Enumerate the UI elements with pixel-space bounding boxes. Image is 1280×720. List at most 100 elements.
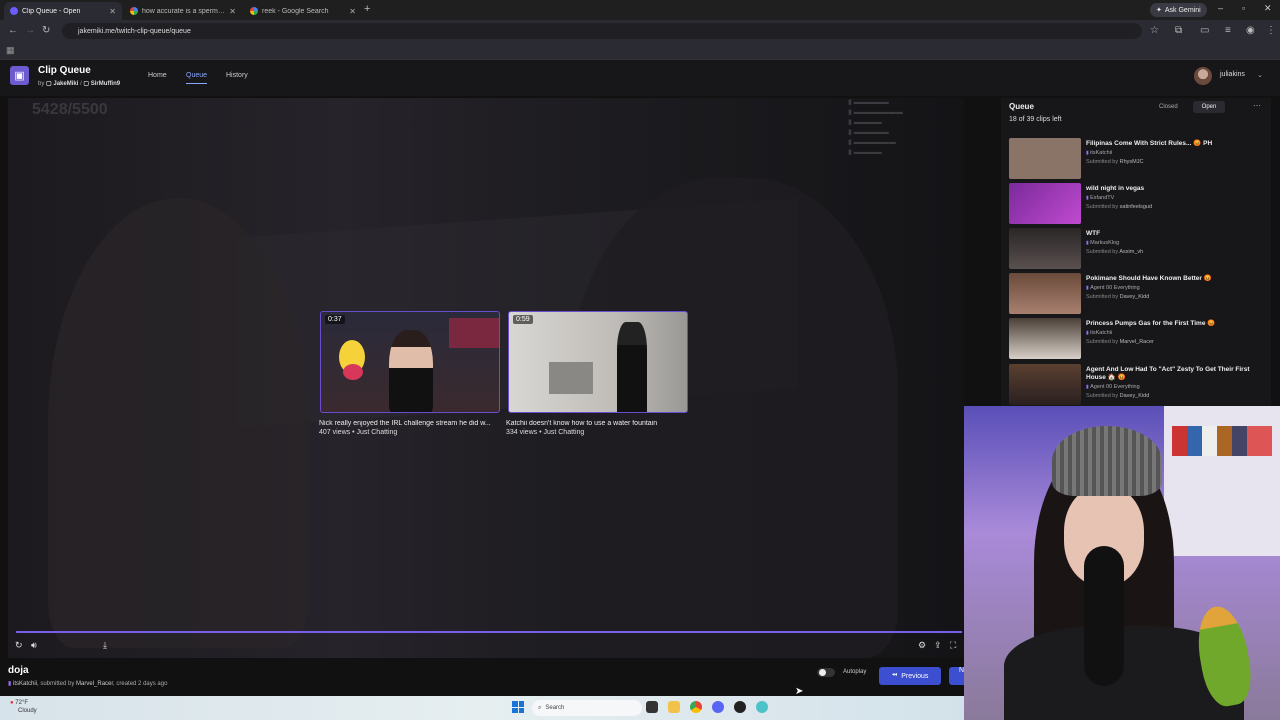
profile-icon[interactable]: ◉ bbox=[1246, 25, 1255, 36]
forward-arrow-icon[interactable]: → bbox=[25, 25, 35, 36]
clip-queue-logo-icon[interactable]: ▣ bbox=[10, 66, 29, 85]
twitch-icon: ▮ bbox=[8, 681, 12, 687]
bookmark-star-icon[interactable]: ☆ bbox=[1150, 25, 1159, 36]
author-link[interactable]: SirMuffin9 bbox=[91, 81, 120, 87]
gemini-label: Ask Gemini bbox=[1164, 6, 1201, 14]
queue-item-submitter: Submitted by satinfeelsgud bbox=[1086, 204, 1153, 210]
queue-item-submitter: Submitted by Marvel_Racer bbox=[1086, 339, 1154, 345]
webcam-person bbox=[1052, 426, 1162, 496]
clip-submitter: Marvel_Racer bbox=[76, 681, 114, 687]
avatar[interactable] bbox=[1194, 67, 1212, 85]
close-icon[interactable]: ✕ bbox=[229, 7, 236, 16]
chrome-icon[interactable] bbox=[690, 701, 702, 713]
thumbnail-image bbox=[449, 318, 499, 348]
suggested-clip-meta: 407 views • Just Chatting bbox=[319, 429, 398, 436]
webcam-overlay bbox=[964, 406, 1280, 720]
queue-item-submitter: Submitted by Assim_vh bbox=[1086, 249, 1144, 255]
queue-item[interactable]: Filipinas Come With Strict Rules... 😡 PH… bbox=[1009, 138, 1271, 182]
close-icon[interactable]: ✕ bbox=[109, 7, 116, 16]
queue-closed-toggle[interactable]: Closed bbox=[1159, 104, 1178, 110]
extensions-icon[interactable]: ⧉ bbox=[1175, 25, 1182, 36]
queue-item[interactable]: Princess Pumps Gas for the First Time 😡 … bbox=[1009, 318, 1271, 362]
app-favicon-icon bbox=[10, 7, 18, 15]
discord-icon[interactable] bbox=[712, 701, 724, 713]
weather-widget[interactable]: ● 72°F Cloudy bbox=[10, 699, 37, 715]
previous-button[interactable]: ⏪︎ Previous bbox=[879, 667, 941, 685]
maximize-icon[interactable]: ▫ bbox=[1242, 3, 1245, 13]
queue-item-title: Pokimane Should Have Known Better 😡 bbox=[1086, 275, 1212, 282]
file-explorer-icon[interactable] bbox=[668, 701, 680, 713]
queue-panel: Queue Closed Open ⋯ 18 of 39 clips left … bbox=[1001, 98, 1271, 406]
settings-gear-icon[interactable]: ⚙ bbox=[918, 640, 926, 651]
window-close-icon[interactable]: ✕ bbox=[1264, 3, 1272, 14]
reload-icon[interactable]: ↻ bbox=[42, 25, 50, 36]
clip-duration: 0:59 bbox=[513, 315, 533, 324]
minimize-icon[interactable]: – bbox=[1218, 3, 1223, 13]
taskbar-search-label: Search bbox=[545, 705, 565, 711]
menu-dots-icon[interactable]: ⋮ bbox=[1266, 25, 1276, 36]
username[interactable]: juliakins bbox=[1220, 71, 1245, 78]
fullscreen-icon[interactable]: ⛶ bbox=[950, 640, 956, 651]
video-progress-bar[interactable] bbox=[16, 631, 962, 633]
app-byline: by ▢ JakeMiki / ▢ SirMuffin9 bbox=[38, 81, 121, 87]
suggested-clip-thumbnail[interactable]: 0:37 bbox=[320, 311, 500, 413]
queue-item[interactable]: Agent And Low Had To "Act" Zesty To Get … bbox=[1009, 364, 1271, 406]
queue-item-title: Princess Pumps Gas for the First Time 😡 bbox=[1086, 320, 1216, 327]
bookmarks-bar: ▦ bbox=[0, 42, 1280, 60]
queue-item-title: WTF bbox=[1086, 230, 1101, 237]
more-dots-icon[interactable]: ⋯ bbox=[1253, 101, 1261, 110]
nav-history[interactable]: History bbox=[226, 72, 248, 79]
suggested-clip-title[interactable]: Katchii doesn't know how to use a water … bbox=[506, 420, 691, 427]
tab-title: how accurate is a sperm fertili... bbox=[142, 7, 226, 15]
chevron-down-icon[interactable]: ⌄ bbox=[1257, 71, 1263, 79]
clip-created: , created 2 days ago bbox=[113, 681, 168, 687]
browser-tab-bar: Clip Queue - Open ✕ how accurate is a sp… bbox=[0, 0, 1280, 20]
queue-item-thumbnail bbox=[1009, 273, 1081, 314]
download-icon[interactable]: ⤓ bbox=[103, 640, 107, 651]
obs-icon[interactable] bbox=[734, 701, 746, 713]
queue-item[interactable]: Pokimane Should Have Known Better 😡 Agen… bbox=[1009, 273, 1271, 317]
queue-open-toggle[interactable]: Open bbox=[1193, 101, 1225, 113]
mouse-cursor-icon: ➤ bbox=[795, 686, 804, 697]
task-view-icon[interactable] bbox=[646, 701, 658, 713]
queue-item[interactable]: wild night in vegas EsfandTV Submitted b… bbox=[1009, 183, 1271, 227]
suggested-clip-title[interactable]: Nick really enjoyed the IRL challenge st… bbox=[319, 420, 504, 427]
clip-meta: ▮ itsKatchii, submitted by Marvel_Racer,… bbox=[8, 680, 167, 687]
by-label: by bbox=[38, 81, 45, 87]
author-link[interactable]: JakeMiki bbox=[53, 81, 78, 87]
video-player[interactable]: 5428/5500 ▮ ▬▬▬▬▬ ▮ ▬▬▬▬▬▬▬ ▮ ▬▬▬▬ ▮ ▬▬▬▬▬ ▮… bbox=[8, 98, 964, 658]
queue-item[interactable]: WTF MarkusKlog Submitted by Assim_vh bbox=[1009, 228, 1271, 272]
back-arrow-icon[interactable]: ← bbox=[8, 25, 18, 36]
nav-home[interactable]: Home bbox=[148, 72, 167, 79]
video-background bbox=[48, 198, 308, 648]
ask-gemini-button[interactable]: ✦ Ask Gemini bbox=[1150, 3, 1207, 17]
replay-icon[interactable]: ↻ bbox=[15, 640, 23, 651]
windows-start-icon[interactable] bbox=[512, 701, 524, 713]
apps-grid-icon[interactable]: ▦ bbox=[6, 45, 15, 56]
sidebar-icon[interactable]: ▭ bbox=[1200, 25, 1209, 36]
url-field[interactable]: jakemiki.me/twitch-clip-queue/queue bbox=[62, 23, 1142, 39]
queue-item-thumbnail bbox=[1009, 318, 1081, 359]
clip-channel-link[interactable]: itsKatchii bbox=[13, 681, 37, 687]
share-icon[interactable]: ⇪ bbox=[934, 640, 942, 651]
thumbnail-image bbox=[617, 322, 647, 412]
app-icon[interactable] bbox=[756, 701, 768, 713]
suggested-clip-thumbnail[interactable]: 0:59 bbox=[508, 311, 688, 413]
taskbar-search[interactable]: ⌕ Search bbox=[532, 700, 642, 716]
tab-search-2[interactable]: reek - Google Search ✕ bbox=[244, 2, 362, 20]
media-icon[interactable]: ≡ bbox=[1225, 25, 1231, 36]
queue-item-channel: itsKatchii bbox=[1086, 150, 1112, 156]
thumbnail-image bbox=[389, 330, 433, 412]
queue-item-title: Agent And Low Had To "Act" Zesty To Get … bbox=[1086, 366, 1250, 381]
weather-temp: 72°F bbox=[15, 700, 29, 706]
volume-icon[interactable]: 🔊︎ bbox=[31, 640, 37, 651]
tab-search-1[interactable]: how accurate is a sperm fertili... ✕ bbox=[124, 2, 242, 20]
tab-title: Clip Queue - Open bbox=[22, 7, 81, 15]
nav-queue[interactable]: Queue bbox=[186, 72, 208, 84]
tab-clip-queue[interactable]: Clip Queue - Open ✕ bbox=[4, 2, 122, 20]
next-button[interactable]: N bbox=[949, 667, 965, 685]
autoplay-toggle[interactable] bbox=[817, 668, 835, 677]
close-icon[interactable]: ✕ bbox=[349, 7, 356, 16]
new-tab-plus-icon[interactable]: + bbox=[364, 3, 370, 15]
windows-taskbar: ● 72°F Cloudy ⌕ Search bbox=[0, 696, 964, 720]
